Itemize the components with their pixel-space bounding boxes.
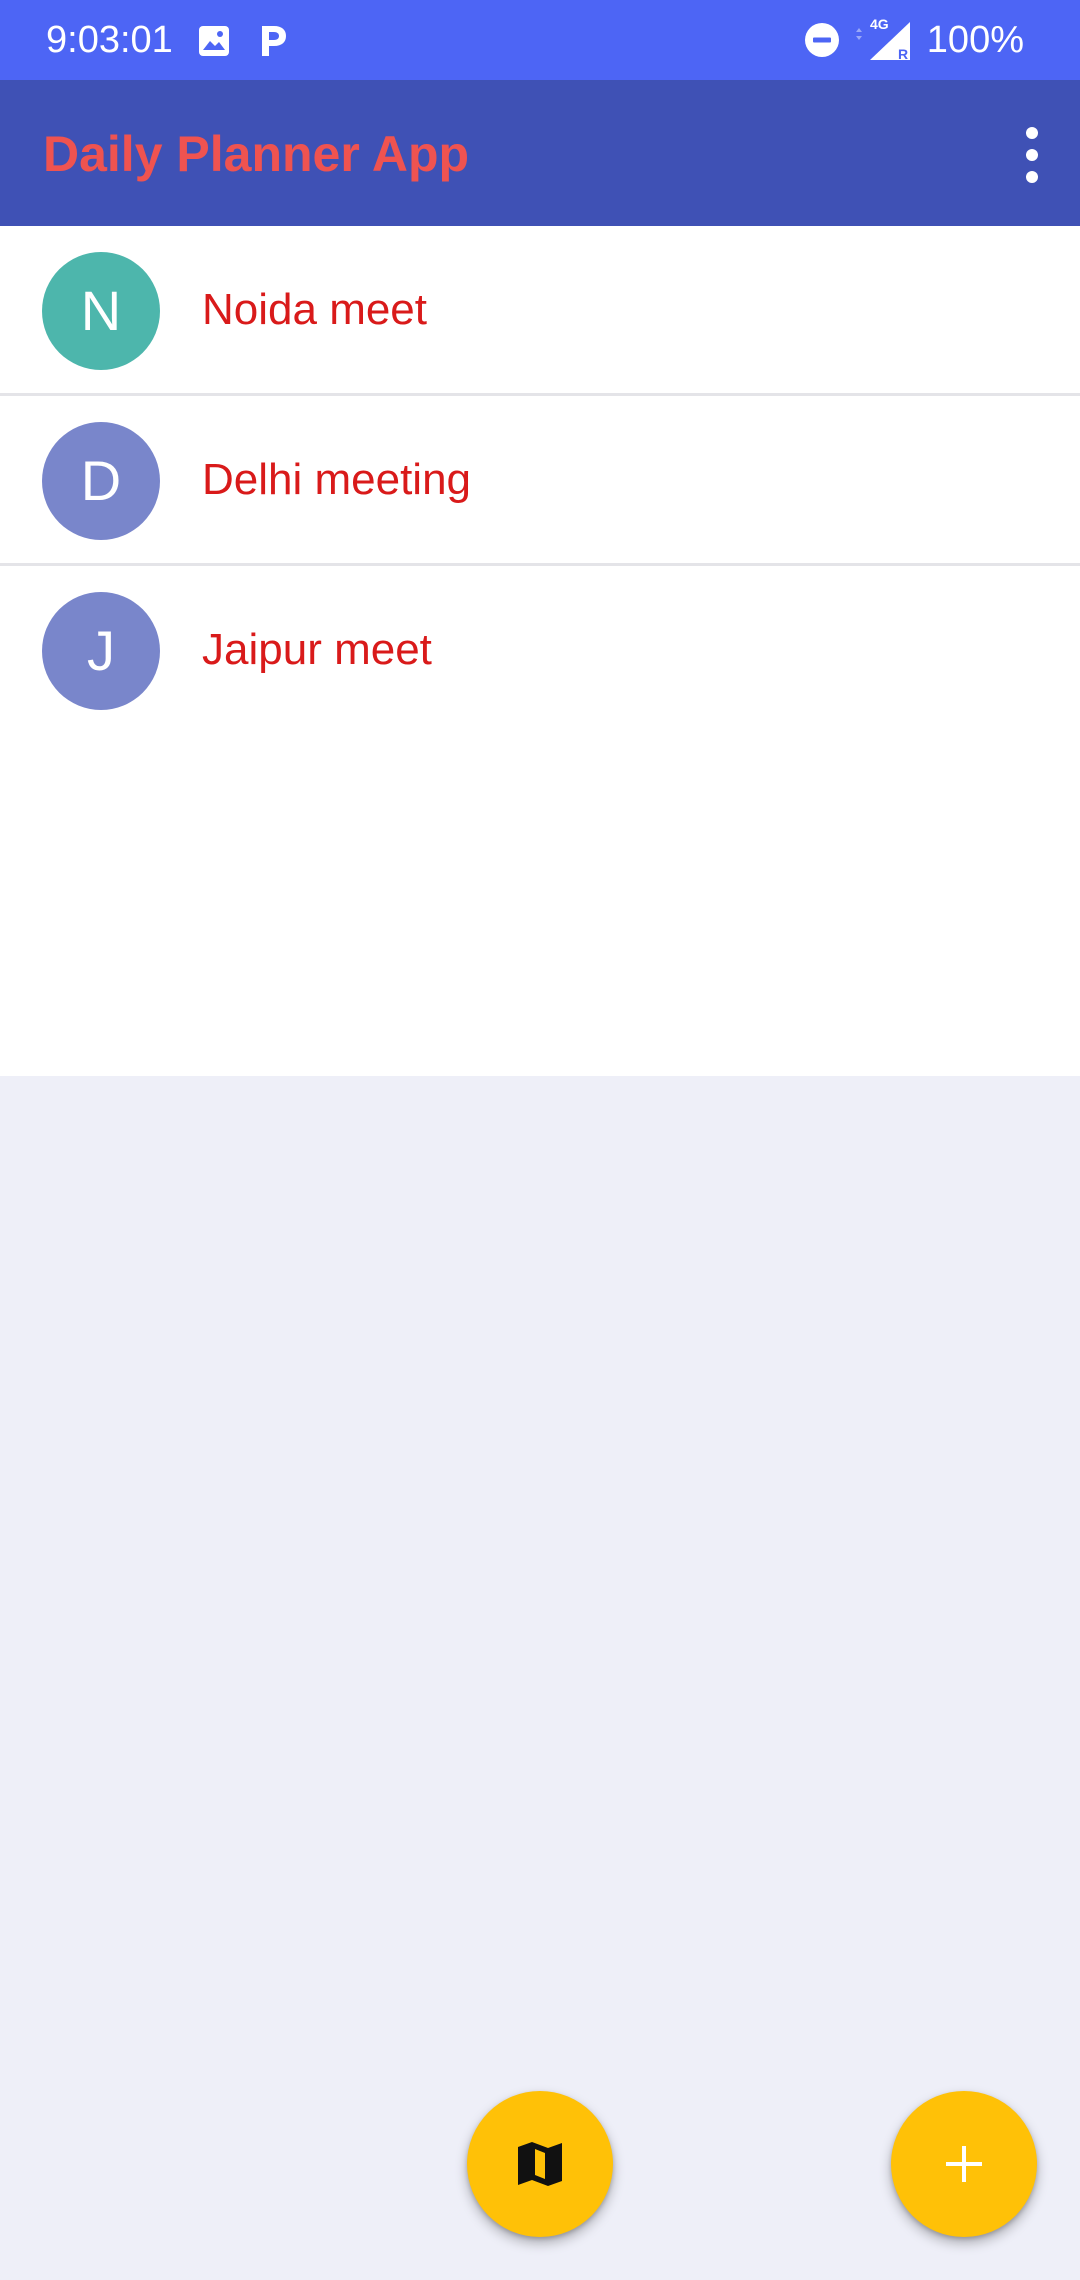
dnd-icon [805,23,839,57]
signal-icon: 4G R [856,16,910,62]
avatar: J [42,592,160,710]
avatar: D [42,422,160,540]
plan-list-item[interactable]: J Jaipur meet [0,566,1080,1076]
app-title: Daily Planner App [43,126,470,182]
network-type-label: 4G [870,16,889,32]
plan-list-item[interactable]: N Noida meet [0,226,1080,396]
avatar: N [42,252,160,370]
plan-list: N Noida meet D Delhi meeting J Jaipur me… [0,226,1080,1076]
map-button[interactable] [467,2091,613,2237]
plan-title: Noida meet [202,285,428,334]
battery-percentage: 100% [926,19,1024,61]
plan-title: Jaipur meet [202,625,432,674]
roaming-label: R [898,46,908,62]
plan-list-item[interactable]: D Delhi meeting [0,396,1080,566]
app-bar: Daily Planner App [0,80,1080,226]
paytm-icon [262,26,286,56]
status-bar: 9:03:01 4G R 100% [0,0,1080,80]
add-plan-button[interactable] [891,2091,1037,2237]
add-icon [946,2146,982,2182]
status-time: 9:03:01 [46,19,173,61]
map-icon [518,2142,562,2186]
image-icon [199,26,229,56]
plan-title: Delhi meeting [202,455,472,504]
more-vert-icon[interactable] [1012,122,1052,188]
